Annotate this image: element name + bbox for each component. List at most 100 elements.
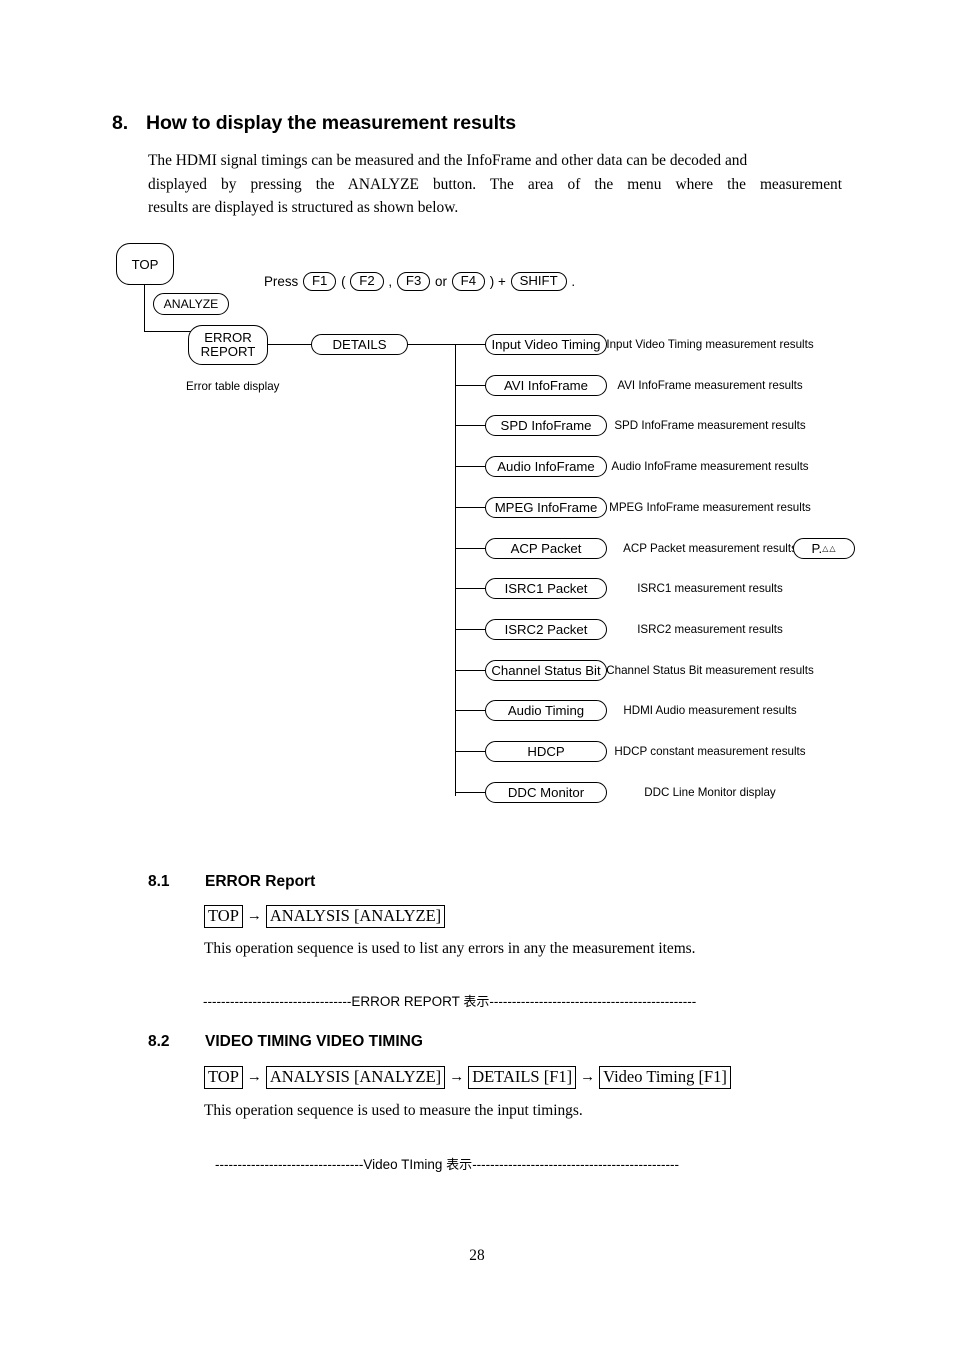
intro-line-2: displayed by pressing the ANALYZE button… xyxy=(148,175,842,193)
connector-branch xyxy=(455,750,485,753)
node-menu-item[interactable]: ISRC2 Packet xyxy=(485,619,607,640)
node-menu-item-description: SPD InfoFrame measurement results xyxy=(614,418,806,432)
connector-branch xyxy=(455,465,485,468)
press-plus: + xyxy=(498,274,506,289)
connector-branch xyxy=(455,384,485,387)
heading-8-2-title: VIDEO TIMING VIDEO TIMING xyxy=(205,1033,423,1050)
connector-branch xyxy=(455,587,485,590)
marker-8-2-label: Video TIming xyxy=(363,1157,447,1172)
connector-branch xyxy=(455,424,485,427)
intro-paragraph: The HDMI signal timings can be measured … xyxy=(148,149,842,220)
key-f4[interactable]: F4 xyxy=(451,272,486,291)
node-menu-item-label: Channel Status Bit xyxy=(491,663,601,678)
press-open-paren: ( xyxy=(341,274,346,289)
node-menu-item-description: ISRC1 measurement results xyxy=(637,581,783,595)
intro-line-3: results are displayed is structured as s… xyxy=(148,199,459,216)
connector-top-to-error xyxy=(144,331,199,333)
node-menu-item[interactable]: AVI InfoFrame xyxy=(485,375,607,396)
press-instruction: Press F1 ( F2 , F3 or F4 ) + SHIFT . xyxy=(264,272,575,291)
seq-8-2-arrow-0: → xyxy=(246,1069,262,1086)
marker-8-1-suffix: ----------------------------------------… xyxy=(489,994,697,1009)
marker-8-2-suffix: ----------------------------------------… xyxy=(472,1157,679,1172)
seq-8-2-step-0[interactable]: TOP xyxy=(204,1065,243,1089)
connector-trunk-vertical xyxy=(455,344,457,796)
page-reference-badge[interactable]: P. △△ xyxy=(793,538,855,559)
seq-8-2-step-1[interactable]: ANALYSIS [ANALYZE] xyxy=(265,1065,446,1089)
node-top-label: TOP xyxy=(131,256,159,272)
page-title: 8. How to display the measurement results xyxy=(112,112,872,135)
badge-label: P. xyxy=(811,541,823,556)
node-menu-item-description: Input Video Timing measurement results xyxy=(606,337,814,351)
body-8-2: This operation sequence is used to measu… xyxy=(204,1102,583,1119)
seq-8-1-step-0[interactable]: TOP xyxy=(204,904,243,928)
seq-8-1-step-1[interactable]: ANALYSIS [ANALYZE] xyxy=(265,904,446,928)
seq-8-2-arrow-1: → xyxy=(449,1069,465,1086)
node-menu-item[interactable]: ACP Packet xyxy=(485,538,607,559)
sequence-8-1: TOP → ANALYSIS [ANALYZE] xyxy=(204,904,446,928)
marker-8-1-prefix: --------------------------------- xyxy=(203,994,352,1009)
key-f3[interactable]: F3 xyxy=(396,272,431,291)
heading-8-1-number: 8.1 xyxy=(148,873,170,890)
heading-8-2: 8.2 VIDEO TIMING VIDEO TIMING xyxy=(148,1033,423,1051)
node-menu-item[interactable]: SPD InfoFrame xyxy=(485,415,607,436)
node-details-label: DETAILS xyxy=(332,337,387,352)
node-menu-item-description: HDCP constant measurement results xyxy=(614,744,806,758)
node-menu-item-label: ACP Packet xyxy=(510,541,582,556)
node-menu-item[interactable]: Audio InfoFrame xyxy=(485,456,607,477)
node-menu-item-description: ACP Packet measurement results xyxy=(623,541,797,555)
node-menu-item[interactable]: ISRC1 Packet xyxy=(485,578,607,599)
heading-8-1: 8.1 ERROR Report xyxy=(148,873,315,891)
body-8-1: This operation sequence is used to list … xyxy=(204,940,696,957)
node-menu-item[interactable]: DDC Monitor xyxy=(485,782,607,803)
marker-8-1-label: ERROR REPORT xyxy=(351,994,464,1009)
node-menu-item-label: Input Video Timing xyxy=(491,337,601,352)
marker-8-1: ---------------------------------ERROR R… xyxy=(203,991,696,1010)
node-menu-item-description: Audio InfoFrame measurement results xyxy=(611,459,809,473)
connector-branch xyxy=(455,547,485,550)
section-title: How to display the measurement results xyxy=(146,112,517,134)
node-menu-item-description: HDMI Audio measurement results xyxy=(623,703,797,717)
node-menu-item-label: MPEG InfoFrame xyxy=(494,500,598,515)
heading-8-2-number: 8.2 xyxy=(148,1033,170,1050)
intro-line-1: The HDMI signal timings can be measured … xyxy=(148,152,748,169)
node-top[interactable]: TOP xyxy=(116,243,174,285)
node-menu-item[interactable]: MPEG InfoFrame xyxy=(485,497,607,518)
node-menu-item-label: SPD InfoFrame xyxy=(500,418,592,433)
node-menu-item-description: DDC Line Monitor display xyxy=(644,785,776,799)
page-number: 28 xyxy=(469,1247,485,1264)
node-menu-item[interactable]: HDCP xyxy=(485,741,607,762)
marker-8-2: ---------------------------------Video T… xyxy=(215,1154,679,1173)
heading-8-1-title: ERROR Report xyxy=(205,873,316,890)
node-analyze[interactable]: ANALYZE xyxy=(153,293,229,315)
error-table-note: Error table display xyxy=(186,380,280,393)
key-f2[interactable]: F2 xyxy=(350,272,384,291)
node-menu-item[interactable]: Channel Status Bit xyxy=(485,660,607,681)
key-f1[interactable]: F1 xyxy=(302,272,337,291)
node-menu-item-label: HDCP xyxy=(527,744,565,759)
node-details[interactable]: DETAILS xyxy=(311,334,408,355)
seq-8-2-step-3[interactable]: Video Timing [F1] xyxy=(599,1065,731,1089)
node-error-report-line2: REPORT xyxy=(200,344,256,359)
press-close-paren: ) xyxy=(489,274,495,289)
marker-8-1-jp: 表示 xyxy=(463,995,490,1010)
node-menu-item-description: MPEG InfoFrame measurement results xyxy=(609,500,811,514)
connector-branch xyxy=(455,628,485,631)
connector-details-to-trunk xyxy=(404,344,456,346)
press-or: or xyxy=(435,274,447,289)
node-menu-item[interactable]: Input Video Timing xyxy=(485,334,607,355)
node-analyze-label: ANALYZE xyxy=(163,296,219,311)
connector-branch xyxy=(455,709,485,712)
node-error-report[interactable]: ERROR REPORT xyxy=(188,325,268,365)
node-menu-item[interactable]: Audio Timing xyxy=(485,700,607,721)
seq-8-2-step-2[interactable]: DETAILS [F1] xyxy=(468,1065,577,1089)
key-shift[interactable]: SHIFT xyxy=(510,272,567,291)
connector-top-vertical xyxy=(144,285,146,332)
connector-branch xyxy=(455,343,485,346)
connector-branch xyxy=(455,791,485,794)
node-menu-item-description: Channel Status Bit measurement results xyxy=(606,663,814,677)
node-menu-item-label: AVI InfoFrame xyxy=(503,378,589,393)
seq-8-1-arrow-0: → xyxy=(246,908,262,925)
connector-branch xyxy=(455,669,485,672)
node-menu-item-label: ISRC1 Packet xyxy=(504,581,588,596)
node-menu-item-description: AVI InfoFrame measurement results xyxy=(617,378,803,392)
